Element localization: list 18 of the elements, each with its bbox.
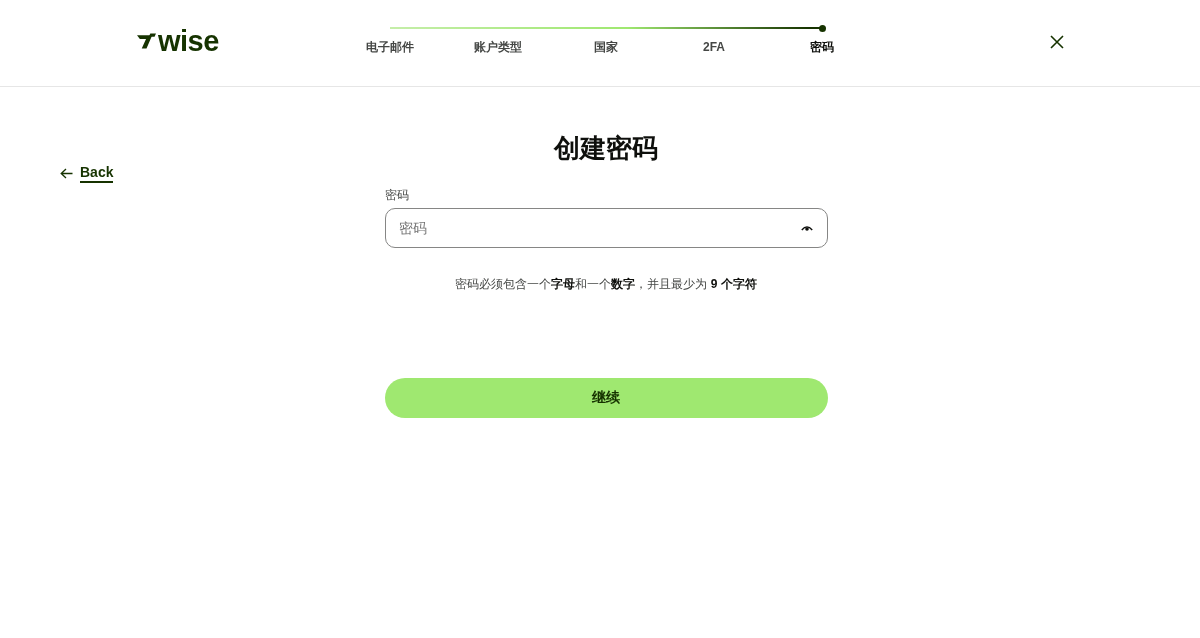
step-tab[interactable]: 账户类型 xyxy=(474,40,522,55)
step-tab[interactable]: 2FA xyxy=(703,40,725,55)
close-icon xyxy=(1050,35,1064,49)
field-label: 密码 xyxy=(384,188,409,203)
back-link[interactable]: Back xyxy=(60,164,114,183)
eye-icon xyxy=(800,225,813,231)
password-field[interactable]: 密码 xyxy=(384,208,828,248)
step-tab[interactable]: 国家 xyxy=(594,40,618,55)
current-step-dot-icon xyxy=(818,24,826,32)
logo-wordmark[interactable]: wise xyxy=(158,28,219,54)
arrow-left-icon xyxy=(60,168,73,179)
step-tab[interactable]: 电子邮件 xyxy=(366,40,414,55)
password-hint: 密码必须包含一个字母和一个数字，并且最少为 9 个字符 xyxy=(455,276,757,292)
page-title: 创建密码 xyxy=(554,132,658,164)
show-password-button[interactable] xyxy=(800,225,813,231)
step-tab[interactable]: 密码 xyxy=(810,40,834,55)
logo-flag-icon xyxy=(137,33,156,49)
continue-button[interactable]: 继续 xyxy=(384,378,828,418)
